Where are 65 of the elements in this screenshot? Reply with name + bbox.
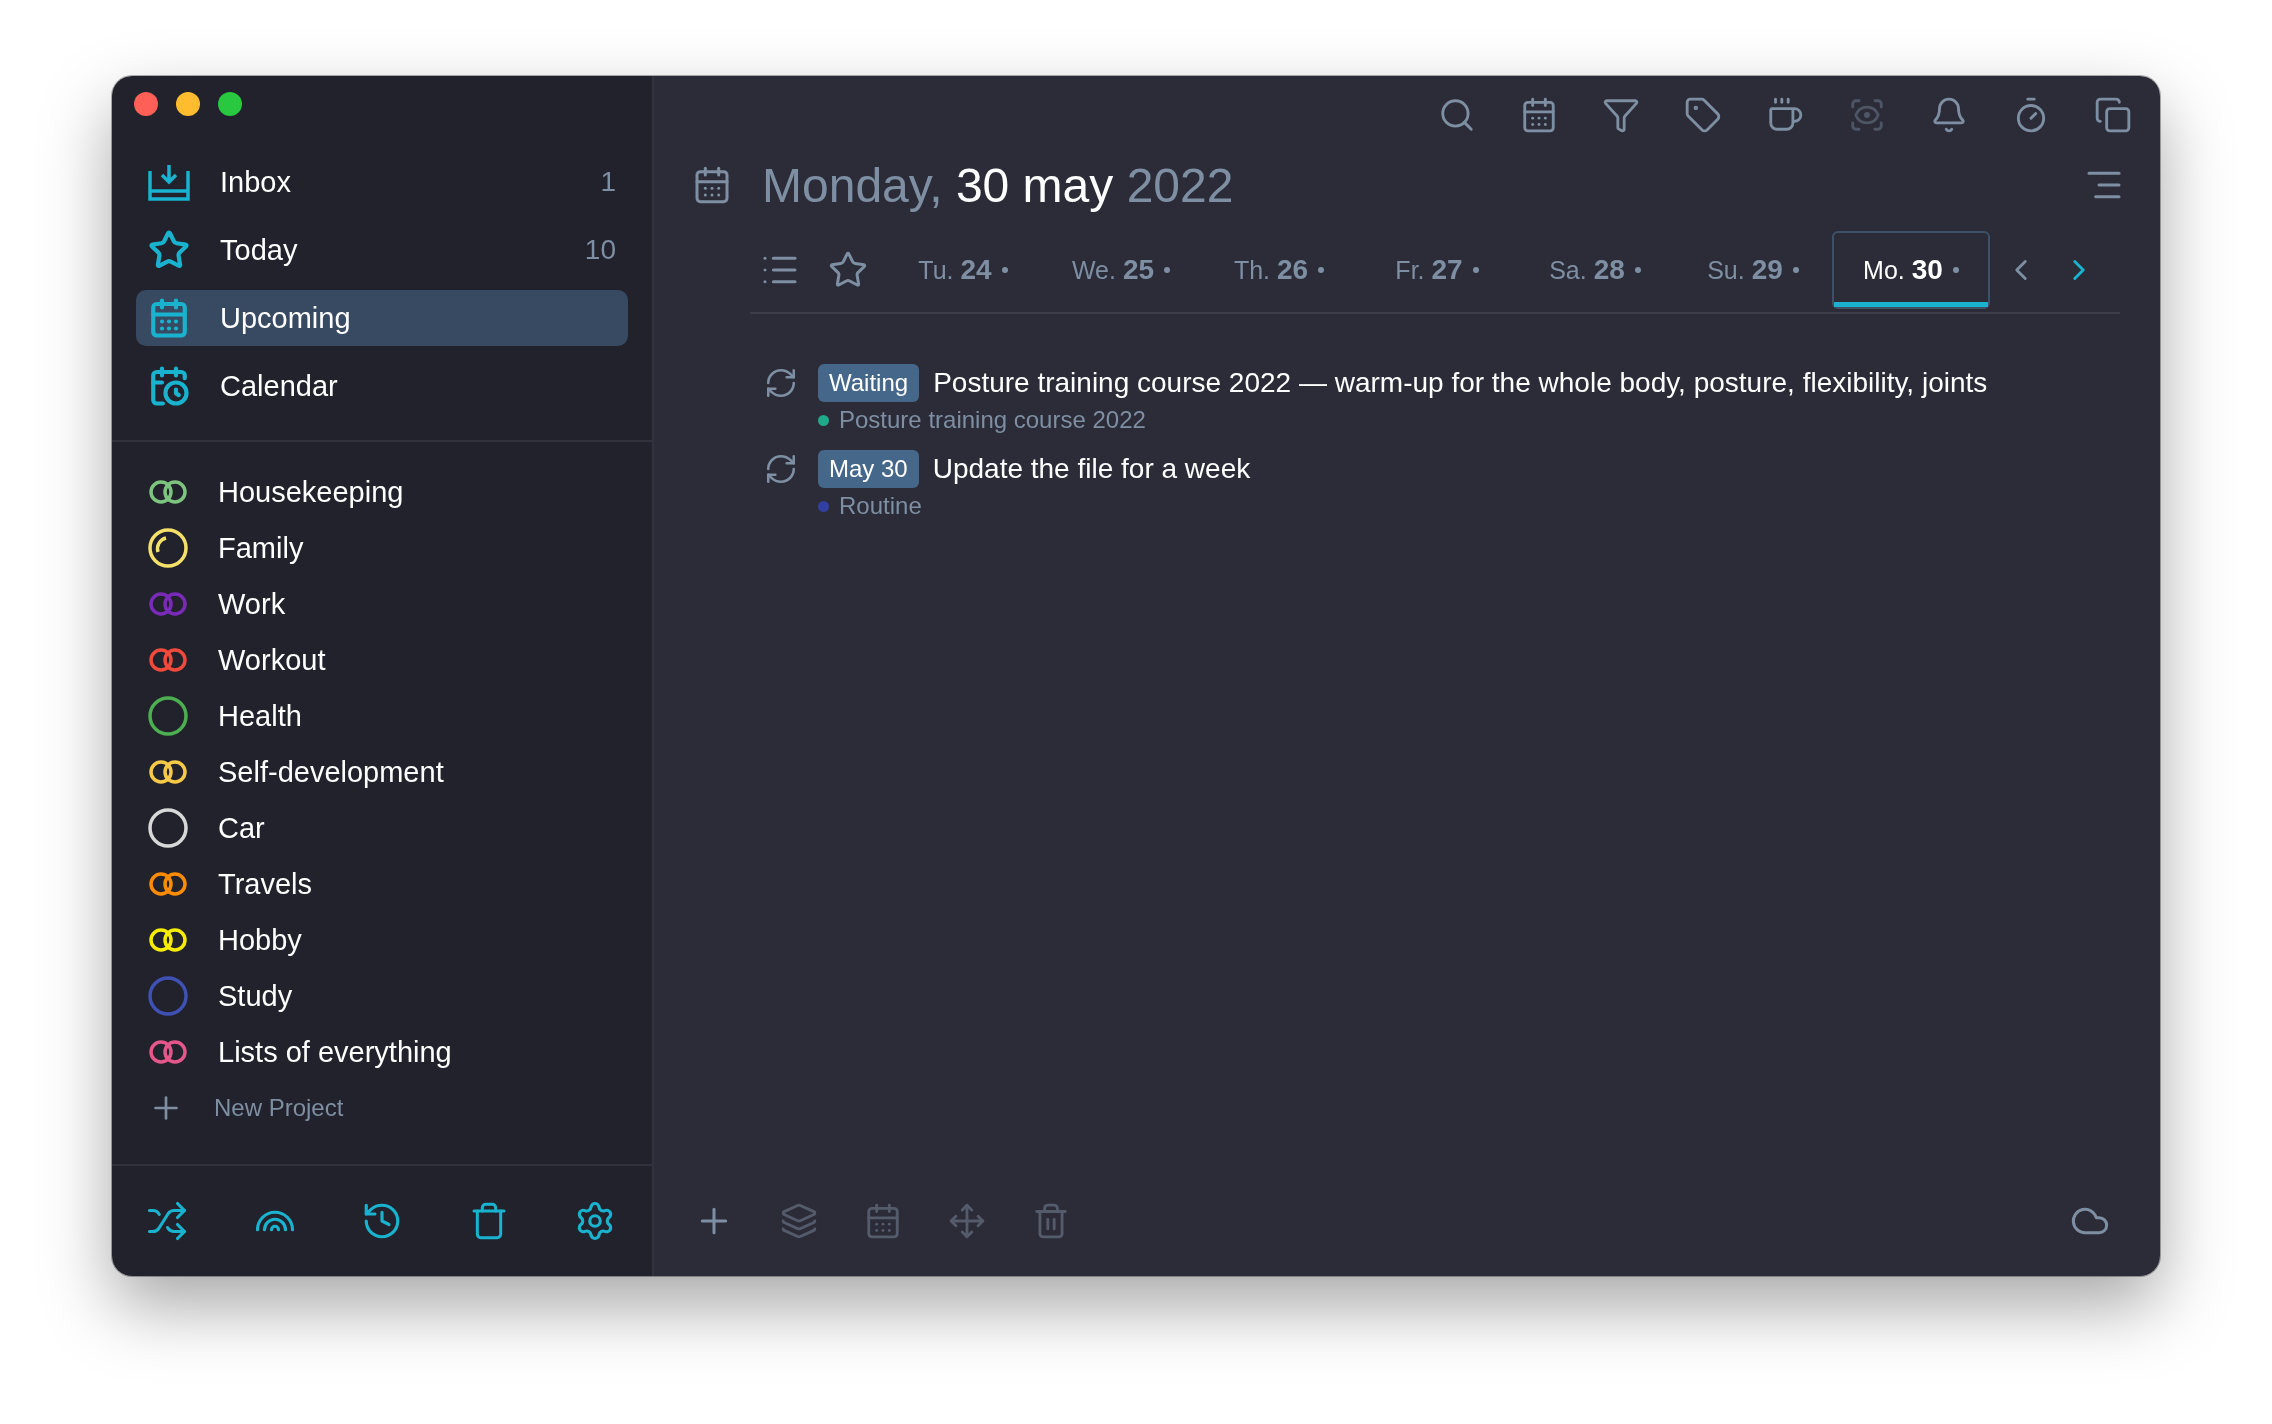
repeat-icon [764,452,798,486]
project-name: Lists of everything [218,1035,452,1069]
day-tab[interactable]: Su. 29 [1674,231,1832,309]
project-name: Study [218,979,293,1013]
project-name: Workout [218,643,326,677]
project-item[interactable]: Hobby [148,912,628,968]
sidebar-label: Inbox [220,165,292,199]
day-tab[interactable]: We. 25 [1042,231,1200,309]
filter-icon[interactable] [1602,96,1640,134]
task-badge: Waiting [818,364,920,402]
sidebar-item[interactable]: Calendar [136,358,628,414]
repeat-icon [764,366,798,400]
task-title[interactable]: Update the file for a week [932,453,2160,485]
task-title[interactable]: Posture training course 2022 — warm-up for the whole body, posture, flexibility, joints [933,367,2160,399]
project-name: Car [218,811,265,845]
task-badge: May 30 [818,450,919,488]
item-count: 10 [584,234,616,266]
tag-icon[interactable] [1684,96,1722,134]
calendar-clock-icon [148,365,190,407]
day-tab[interactable]: Fr. 27 [1358,231,1516,309]
project-item[interactable]: Self-development [148,744,628,800]
calendar-icon [148,297,190,339]
project-item[interactable]: Travels [148,856,628,912]
star-icon[interactable] [828,250,868,290]
day-tab[interactable]: Th. 26 [1200,231,1358,309]
project-name: Housekeeping [218,475,404,509]
close-button[interactable] [134,92,158,116]
new-project-button[interactable]: New Project [148,1080,628,1136]
project-item[interactable]: Work [148,576,628,632]
day-tab[interactable]: Tu. 24 [884,231,1042,309]
project-name: Travels [218,867,312,901]
date-title: Monday, 30 may 2022 [762,157,1235,213]
sidebar-item[interactable]: Inbox 1 [136,154,628,210]
project-item[interactable]: Lists of everything [148,1024,628,1080]
zoom-button[interactable] [218,92,242,116]
project-name: Work [218,587,286,621]
task-project: Posture training course 2022 [839,406,1146,434]
project-name: Hobby [218,923,302,957]
project-item[interactable]: Family [148,520,628,576]
search-icon[interactable] [1438,96,1476,134]
project-item[interactable]: Workout [148,632,628,688]
inbox-tray-icon [148,163,190,201]
project-name: Self-development [218,755,444,789]
sidebar-label: Calendar [220,369,339,403]
project-name: Health [218,699,302,733]
project-name: Family [218,531,304,565]
star-icon [148,229,190,271]
sidebar-label: Today [220,233,299,267]
sidebar-item[interactable]: Upcoming [136,290,628,346]
project-item[interactable]: Car [148,800,628,856]
project-item[interactable]: Housekeeping [148,464,628,520]
item-count: 1 [600,166,616,198]
cup-icon[interactable] [1766,96,1804,134]
shuffle-icon[interactable] [146,1200,188,1242]
bell-icon[interactable] [1930,96,1968,134]
sidebar-label: Upcoming [220,301,352,335]
project-item[interactable]: Health [148,688,628,744]
day-tab[interactable]: Sa. 28 [1516,231,1674,309]
calendar-icon[interactable] [1520,96,1558,134]
day-tab[interactable]: Mo. 30 [1832,231,1990,309]
project-item[interactable]: Study [148,968,628,1024]
sidebar-item[interactable]: Today 10 [136,222,628,278]
copy-icon[interactable] [2094,96,2132,134]
task-project: Routine [839,492,922,520]
minimize-button[interactable] [176,92,200,116]
